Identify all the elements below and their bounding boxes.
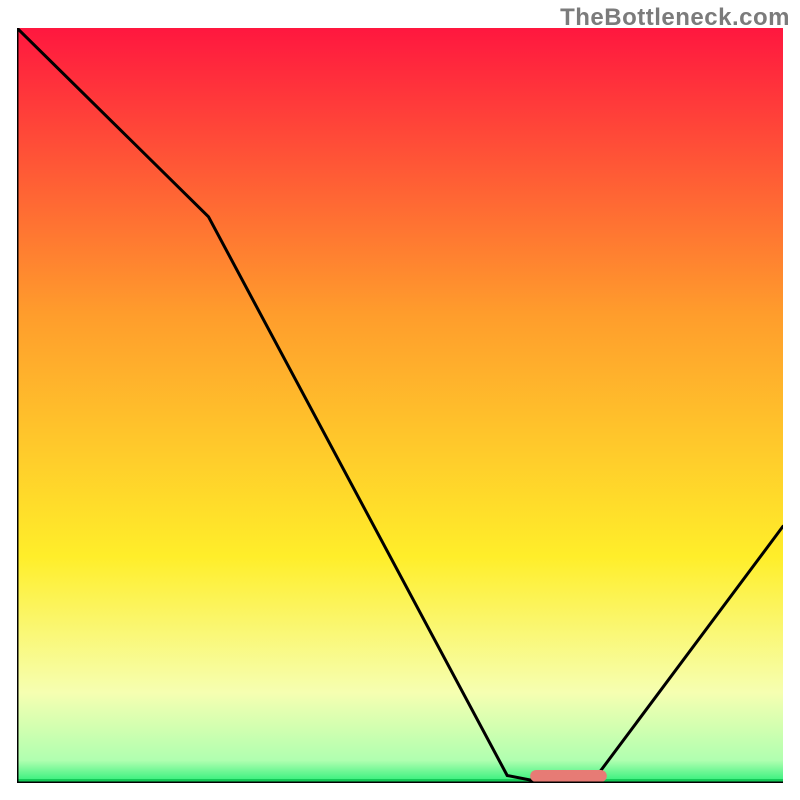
chart-svg: [17, 28, 783, 783]
watermark-text: TheBottleneck.com: [560, 4, 790, 32]
chart-stage: TheBottleneck.com: [0, 0, 800, 800]
plot-area: [17, 28, 783, 783]
optimal-range-marker: [530, 770, 607, 782]
